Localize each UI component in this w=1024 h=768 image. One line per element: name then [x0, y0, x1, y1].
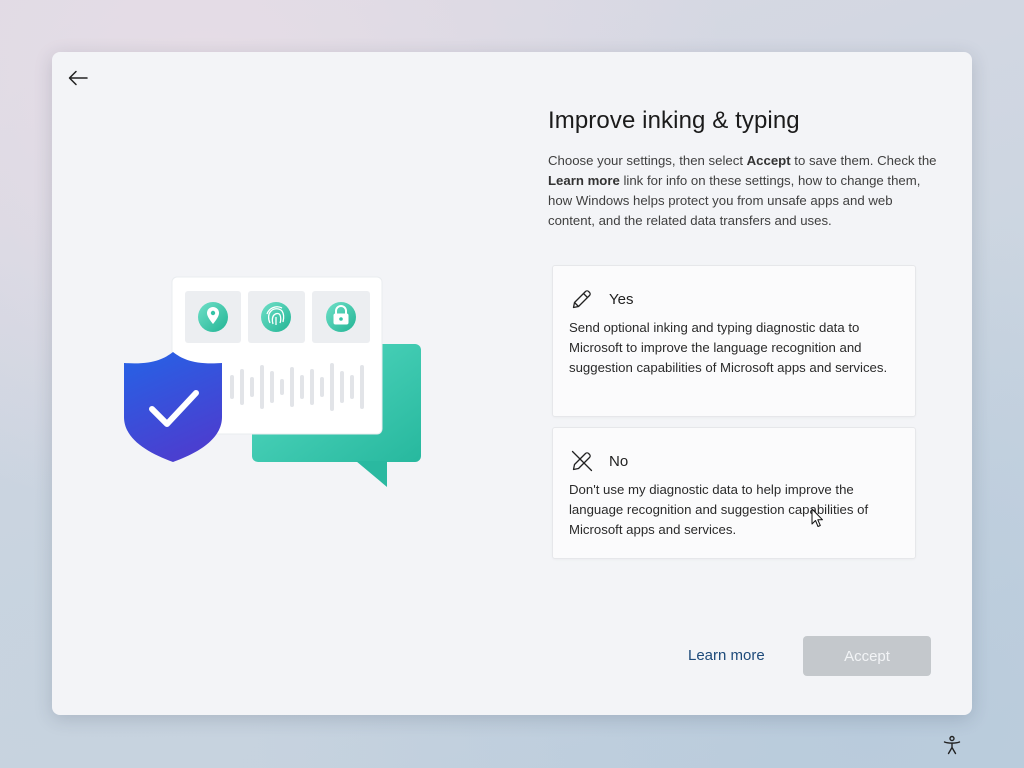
page-title: Improve inking & typing: [548, 107, 800, 134]
option-no-description: Don't use my diagnostic data to help imp…: [569, 482, 869, 537]
fingerprint-icon: [261, 302, 291, 332]
accessibility-button[interactable]: [940, 733, 964, 757]
accept-button[interactable]: Accept: [803, 636, 931, 676]
option-yes-card[interactable]: Yes Send optional inking and typing diag…: [552, 265, 916, 417]
description-learn-more-bold: Learn more: [548, 173, 620, 188]
option-yes-title: Yes: [609, 290, 634, 308]
lock-icon: [326, 302, 356, 332]
mouse-cursor-icon: [811, 508, 823, 527]
location-pin-icon: [198, 302, 228, 332]
description-accept-bold: Accept: [746, 153, 791, 168]
arrow-left-icon: [68, 70, 88, 86]
privacy-illustration: [124, 276, 421, 487]
oobe-dialog: Improve inking & typing Choose your sett…: [52, 52, 972, 715]
page-description: Choose your settings, then select Accept…: [548, 151, 943, 231]
accessibility-icon: [943, 735, 961, 755]
option-yes-description: Send optional inking and typing diagnost…: [569, 320, 888, 375]
description-text: to save them. Check the: [790, 153, 937, 168]
learn-more-link[interactable]: Learn more: [688, 647, 765, 664]
pen-icon: [569, 286, 595, 312]
back-button[interactable]: [64, 64, 92, 92]
shield-check-icon: [124, 352, 222, 462]
pen-off-icon: [569, 448, 595, 474]
option-no-card[interactable]: No Don't use my diagnostic data to help …: [552, 427, 916, 559]
description-text: Choose your settings, then select: [548, 153, 747, 168]
option-no-title: No: [609, 452, 629, 470]
